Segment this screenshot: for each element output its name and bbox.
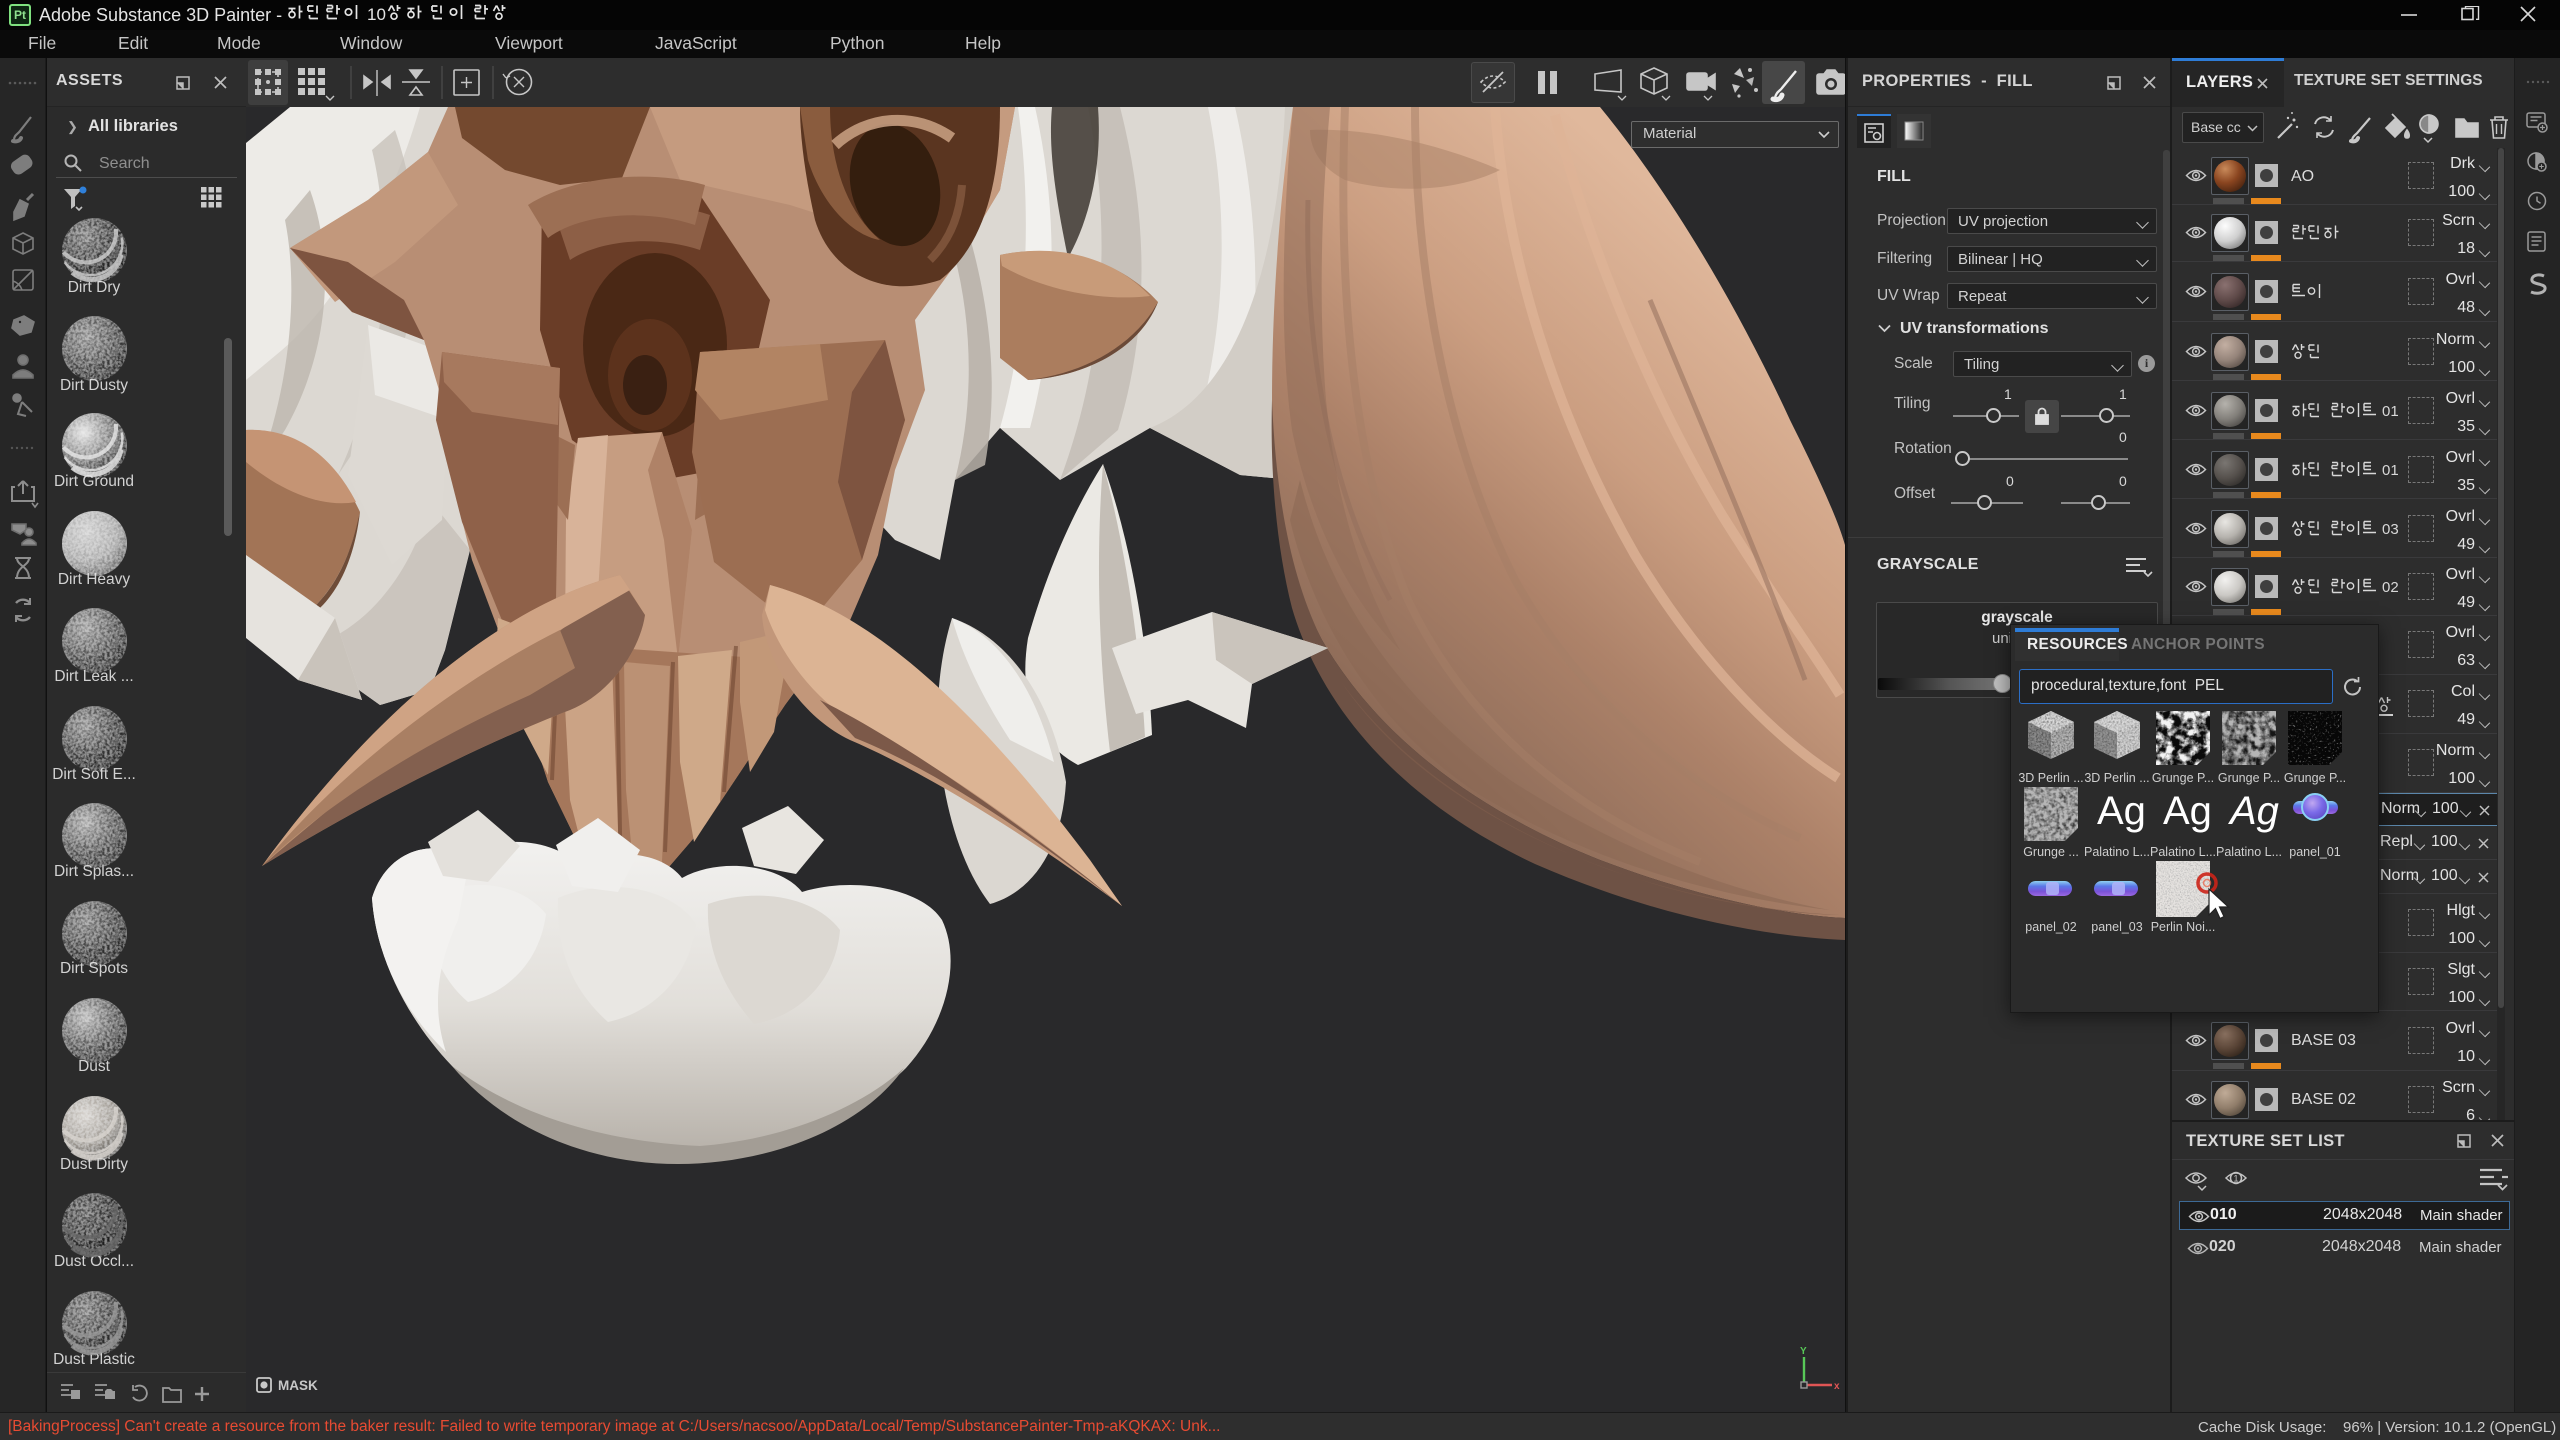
svg-text:x: x (1834, 1381, 1840, 1392)
svg-text:Ag: Ag (2228, 789, 2279, 833)
svg-text:Ag: Ag (2097, 789, 2146, 833)
svg-text:1: 1 (2234, 1174, 2239, 1184)
svg-text:Ag: Ag (2163, 789, 2212, 833)
svg-text:Y: Y (1800, 1346, 1807, 1357)
svg-text:10: 10 (367, 5, 386, 24)
